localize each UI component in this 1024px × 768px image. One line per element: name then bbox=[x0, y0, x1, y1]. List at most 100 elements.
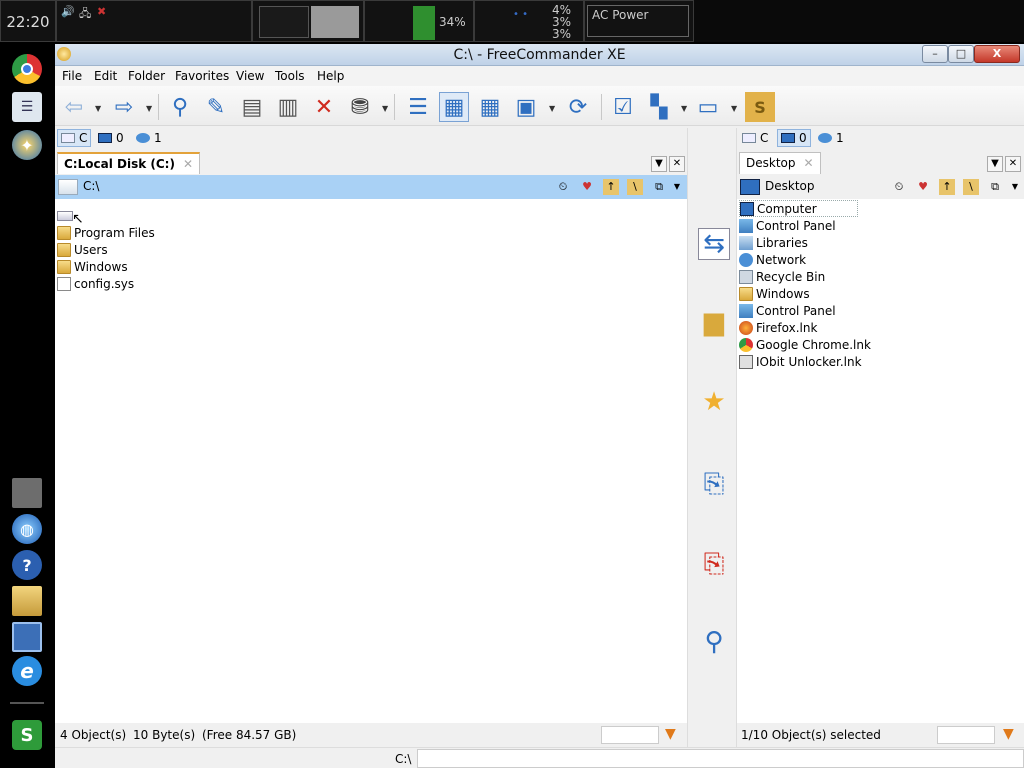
refresh-icon[interactable]: ⟳ bbox=[563, 92, 593, 122]
favorites-star-icon[interactable]: ★ bbox=[698, 386, 730, 418]
list-item[interactable]: Computer bbox=[739, 200, 858, 217]
left-path-bar[interactable]: C:\ ⏲ ♥ ↑ \ ⧉ ▼ bbox=[55, 175, 687, 199]
clock[interactable]: 22:20 bbox=[0, 0, 56, 42]
tree-view-icon[interactable]: ☰ bbox=[403, 92, 433, 122]
parent-folder-icon[interactable]: ↑ bbox=[603, 179, 619, 195]
globe-dock-icon[interactable]: ◍ bbox=[12, 514, 42, 544]
drive-c-button[interactable]: C bbox=[739, 129, 771, 147]
sync-dock-icon[interactable]: S bbox=[12, 720, 42, 750]
copy-file-icon[interactable]: ▥ bbox=[273, 92, 303, 122]
list-item[interactable]: IObit Unlocker.lnk bbox=[739, 353, 862, 370]
drive-0-button[interactable]: 0 bbox=[95, 129, 127, 147]
search-icon[interactable]: ⚲ bbox=[165, 92, 195, 122]
menu-folder[interactable]: Folder bbox=[128, 69, 165, 83]
right-file-list[interactable]: Computer Control Panel Libraries Network… bbox=[737, 199, 1024, 723]
tab-desktop[interactable]: Desktop ✕ bbox=[739, 152, 821, 174]
history-icon[interactable]: ⏲ bbox=[891, 179, 907, 195]
forward-dropdown-icon[interactable]: ▼ bbox=[146, 104, 152, 113]
menu-tools[interactable]: Tools bbox=[275, 69, 305, 83]
chrome-dock-icon[interactable] bbox=[12, 54, 42, 84]
menu-help[interactable]: Help bbox=[317, 69, 344, 83]
list-item[interactable]: Recycle Bin bbox=[739, 268, 825, 285]
menu-file[interactable]: File bbox=[62, 69, 82, 83]
find-dropdown-icon[interactable]: ▼ bbox=[382, 104, 388, 113]
path-dropdown-icon[interactable]: ▼ bbox=[669, 179, 685, 195]
computer-tower-dock-icon[interactable] bbox=[12, 478, 42, 508]
drive-0-button[interactable]: 0 bbox=[777, 129, 811, 147]
details-view-icon[interactable]: ▦ bbox=[439, 92, 469, 122]
copy-path-icon[interactable]: ⧉ bbox=[651, 179, 667, 195]
list-item[interactable]: Libraries bbox=[739, 234, 808, 251]
menu-favorites[interactable]: Favorites bbox=[175, 69, 229, 83]
tab-close-icon[interactable]: ✕ bbox=[804, 156, 814, 170]
edit-pencil-icon[interactable]: ✎ bbox=[201, 92, 231, 122]
power-tray-icon[interactable]: ✖ bbox=[97, 5, 106, 18]
sync-folder-icon[interactable]: S bbox=[745, 92, 775, 122]
command-line-input[interactable] bbox=[417, 749, 1024, 768]
monitor-dock-icon[interactable] bbox=[12, 622, 42, 652]
delete-icon[interactable]: ✕ bbox=[309, 92, 339, 122]
filter-combo[interactable] bbox=[937, 726, 995, 744]
parent-folder-icon[interactable]: ↑ bbox=[939, 179, 955, 195]
new-file-icon[interactable]: ▤ bbox=[237, 92, 267, 122]
swap-panels-icon[interactable]: ⇆ bbox=[698, 228, 730, 260]
menu-view[interactable]: View bbox=[236, 69, 264, 83]
root-folder-icon[interactable]: \ bbox=[627, 179, 643, 195]
history-icon[interactable]: ⏲ bbox=[555, 179, 571, 195]
minimize-button[interactable]: – bbox=[922, 45, 948, 63]
forward-arrow-icon[interactable]: ⇨ bbox=[109, 92, 139, 122]
network-tray-icon[interactable]: 🖧 bbox=[79, 5, 91, 24]
search-icon[interactable]: ⚲ bbox=[698, 626, 730, 658]
copy-path-icon[interactable]: ⧉ bbox=[987, 179, 1003, 195]
list-item[interactable]: Network bbox=[739, 251, 806, 268]
tasks-dock-icon[interactable]: ☰ bbox=[12, 92, 42, 122]
list-item[interactable]: Program Files bbox=[57, 224, 155, 241]
tab-close-button[interactable]: ✕ bbox=[669, 156, 685, 172]
path-dropdown-icon[interactable]: ▼ bbox=[1007, 179, 1023, 195]
list-item[interactable]: config.sys bbox=[57, 275, 134, 292]
filter-funnel-icon[interactable]: ▼ bbox=[1003, 726, 1014, 742]
move-to-icon[interactable]: ⎘ bbox=[698, 548, 730, 580]
tab-close-button[interactable]: ✕ bbox=[1005, 156, 1021, 172]
view-dropdown-icon[interactable]: ▼ bbox=[549, 104, 555, 113]
folder-dock-icon[interactable] bbox=[12, 586, 42, 616]
checklist-icon[interactable]: ☑ bbox=[608, 92, 638, 122]
back-arrow-icon[interactable]: ⇦ bbox=[59, 92, 89, 122]
list-item[interactable]: Windows bbox=[739, 285, 810, 302]
list-item[interactable]: Google Chrome.lnk bbox=[739, 336, 871, 353]
tab-dropdown-button[interactable]: ▼ bbox=[987, 156, 1003, 172]
menu-edit[interactable]: Edit bbox=[94, 69, 117, 83]
copy-to-icon[interactable]: ⎘ bbox=[698, 468, 730, 500]
back-dropdown-icon[interactable]: ▼ bbox=[95, 104, 101, 113]
binoculars-icon[interactable]: ⛃ bbox=[345, 92, 375, 122]
close-button[interactable]: X bbox=[974, 45, 1020, 63]
drive-1-button[interactable]: 1 bbox=[133, 129, 165, 147]
title-bar[interactable]: C:\ - FreeCommander XE – □ X bbox=[55, 44, 1024, 66]
list-item[interactable]: Control Panel bbox=[739, 217, 836, 234]
list-view-icon[interactable]: ▦ bbox=[475, 92, 505, 122]
tab-close-icon[interactable]: ✕ bbox=[183, 157, 193, 171]
filter-funnel-icon[interactable]: ▼ bbox=[665, 726, 676, 742]
tab-local-disk-c[interactable]: C:Local Disk (C:) ✕ bbox=[57, 152, 201, 174]
maximize-button[interactable]: □ bbox=[948, 45, 974, 63]
compass-dock-icon[interactable]: ✦ bbox=[12, 130, 42, 160]
ie-dock-icon[interactable]: e bbox=[12, 656, 42, 686]
monitor-dropdown-icon[interactable]: ▼ bbox=[731, 104, 737, 113]
tab-dropdown-button[interactable]: ▼ bbox=[651, 156, 667, 172]
monitor-icon[interactable]: ▭ bbox=[693, 92, 723, 122]
root-folder-icon[interactable]: \ bbox=[963, 179, 979, 195]
grid-layout-icon[interactable]: ▚ bbox=[644, 92, 674, 122]
favorite-folder-icon[interactable]: ♥ bbox=[579, 179, 595, 195]
list-item[interactable]: Users bbox=[57, 241, 108, 258]
right-path-bar[interactable]: Desktop ⏲ ♥ ↑ \ ⧉ ▼ bbox=[737, 175, 1024, 199]
thumbnail-view-icon[interactable]: ▣ bbox=[511, 92, 541, 122]
list-item[interactable]: Firefox.lnk bbox=[739, 319, 817, 336]
left-file-list[interactable]: ↖ Program Files Users Windows config.sys bbox=[55, 199, 687, 723]
help-dock-icon[interactable]: ? bbox=[12, 550, 42, 580]
list-item[interactable]: Windows bbox=[57, 258, 128, 275]
filter-combo[interactable] bbox=[601, 726, 659, 744]
list-item[interactable]: Control Panel bbox=[739, 302, 836, 319]
compare-folders-icon[interactable]: ▆ bbox=[698, 306, 730, 338]
volume-icon[interactable]: 🔊 bbox=[61, 5, 75, 18]
drive-1-button[interactable]: 1 bbox=[815, 129, 847, 147]
